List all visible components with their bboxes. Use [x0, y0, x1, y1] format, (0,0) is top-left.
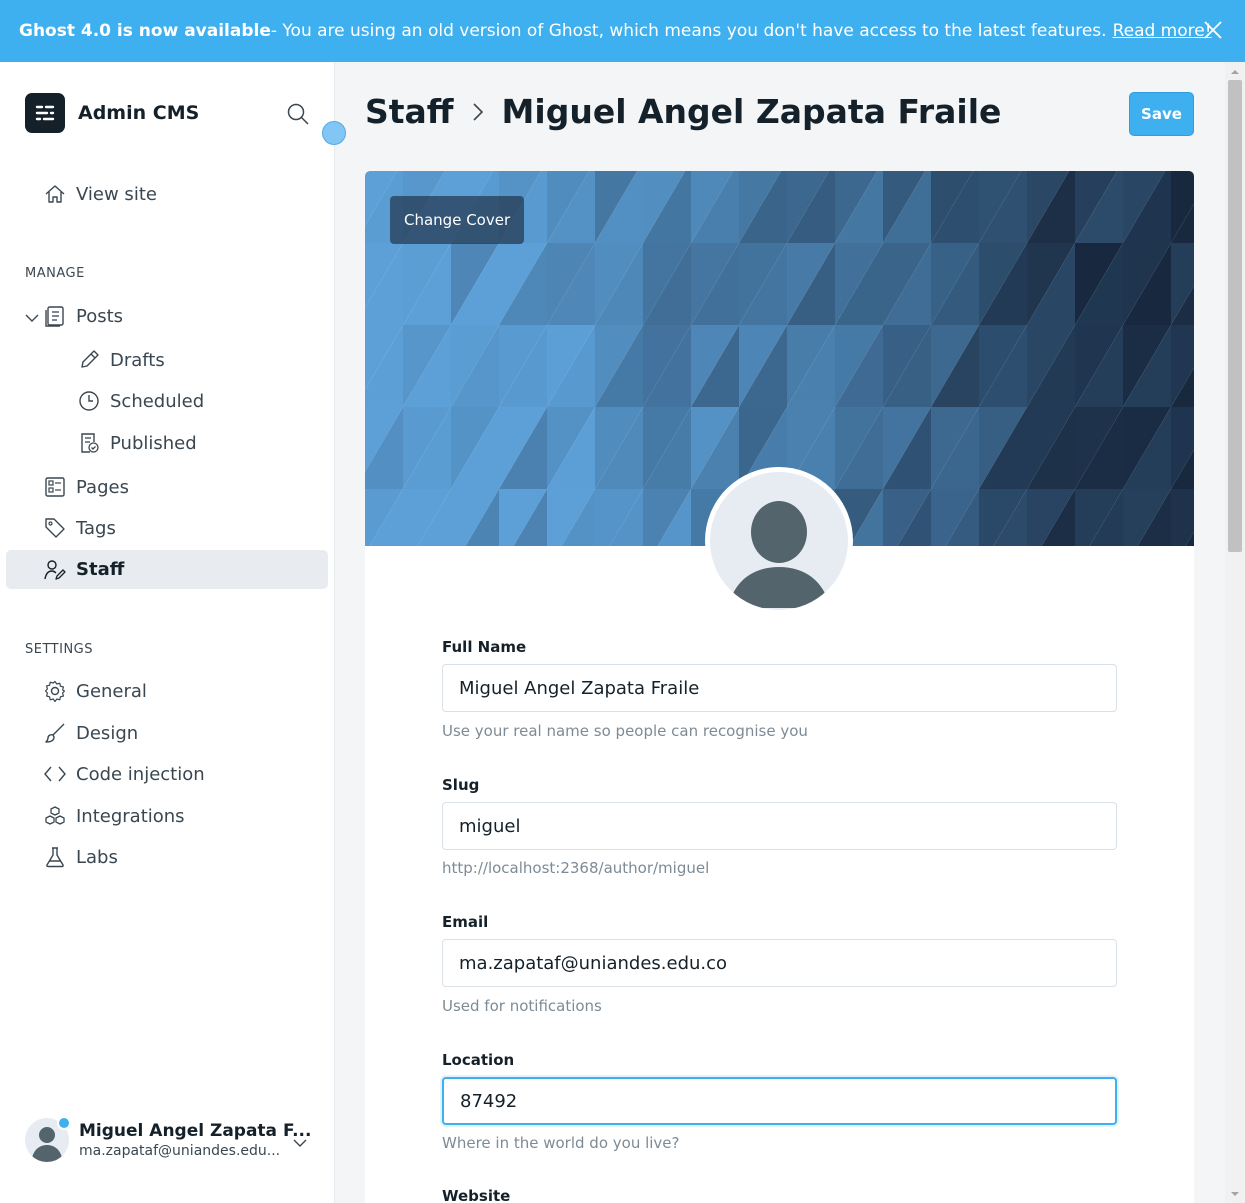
chevron-down-icon[interactable] — [24, 310, 40, 326]
scroll-up-arrow-icon[interactable] — [1231, 68, 1239, 76]
brush-icon — [45, 723, 65, 743]
user-menu[interactable]: Miguel Angel Zapata F... ma.zapataf@unia… — [25, 1116, 312, 1162]
profile-avatar[interactable] — [705, 467, 853, 615]
nav-general-label: General — [76, 680, 147, 702]
cursor-indicator — [322, 121, 346, 145]
location-help: Where in the world do you live? — [442, 1134, 680, 1152]
banner-title: Ghost 4.0 is now available — [19, 21, 271, 41]
breadcrumb-staff-link[interactable]: Staff — [365, 92, 454, 131]
user-name: Miguel Angel Zapata F... — [79, 1121, 312, 1141]
change-cover-button[interactable]: Change Cover — [390, 196, 525, 244]
gear-icon — [44, 680, 66, 702]
nav-pages[interactable]: Pages — [44, 476, 129, 498]
chevron-down-icon[interactable] — [292, 1135, 308, 1151]
nav-general[interactable]: General — [44, 680, 147, 702]
page-title: Miguel Angel Zapata Fraile — [501, 92, 1002, 131]
full-name-help: Use your real name so people can recogni… — [442, 722, 808, 740]
website-label: Website — [442, 1187, 511, 1203]
nav-code-injection[interactable]: Code injection — [44, 763, 205, 785]
brand[interactable]: Admin CMS — [25, 93, 199, 133]
nav-integrations-label: Integrations — [76, 805, 185, 827]
nav-published[interactable]: Published — [78, 432, 197, 454]
main-content: Staff Miguel Angel Zapata Fraile Save Ch… — [335, 62, 1225, 1203]
nav-code-injection-label: Code injection — [76, 763, 205, 785]
home-icon — [45, 185, 65, 203]
nav-scheduled-label: Scheduled — [110, 390, 205, 412]
brand-logo-icon — [25, 93, 65, 133]
slug-label: Slug — [442, 776, 480, 794]
nav-scheduled[interactable]: Scheduled — [78, 390, 204, 412]
user-email: ma.zapataf@uniandes.edu... — [79, 1143, 281, 1159]
nav-drafts-label: Drafts — [110, 349, 165, 371]
nav-view-site-label: View site — [76, 183, 157, 205]
code-icon — [44, 766, 66, 782]
nav-drafts[interactable]: Drafts — [78, 349, 165, 371]
nav-design[interactable]: Design — [44, 722, 138, 744]
brand-name: Admin CMS — [78, 102, 200, 124]
cover-pattern-shape — [1171, 489, 1194, 546]
location-label: Location — [442, 1051, 515, 1069]
banner-read-more-link[interactable]: Read more! — [1113, 21, 1212, 41]
nav-staff-label: Staff — [76, 559, 125, 580]
nav-view-site[interactable]: View site — [44, 183, 157, 205]
save-button[interactable]: Save — [1129, 92, 1194, 136]
staff-icon — [44, 559, 66, 580]
email-help: Used for notifications — [442, 997, 602, 1015]
email-label: Email — [442, 913, 489, 931]
nav-design-label: Design — [76, 722, 139, 744]
published-icon — [81, 433, 99, 453]
banner-message: - You are using an old version of Ghost,… — [270, 21, 1107, 41]
nav-posts[interactable]: Posts — [44, 305, 123, 327]
sidebar: Admin CMS View site MANAGE Posts Drafts … — [0, 62, 335, 1203]
manage-section-label: MANAGE — [25, 266, 85, 281]
pages-icon — [45, 477, 65, 497]
chevron-right-icon — [472, 102, 483, 121]
settings-section-label: SETTINGS — [25, 642, 94, 657]
posts-icon — [45, 306, 64, 327]
nav-integrations[interactable]: Integrations — [44, 805, 185, 827]
integrations-icon — [45, 806, 65, 825]
scroll-down-arrow-icon[interactable] — [1231, 1190, 1239, 1198]
nav-staff[interactable]: Staff — [6, 550, 328, 589]
scrollbar-thumb[interactable] — [1228, 80, 1242, 552]
slug-input[interactable]: miguel — [442, 802, 1117, 850]
update-banner: Ghost 4.0 is now available - You are usi… — [0, 0, 1245, 62]
notification-dot — [57, 1116, 71, 1130]
nav-tags-label: Tags — [76, 517, 116, 539]
nav-tags[interactable]: Tags — [44, 517, 116, 539]
profile-card: Change Cover Full Name Miguel Angel Zapa… — [365, 171, 1194, 1203]
nav-labs[interactable]: Labs — [44, 846, 118, 868]
slug-help: http://localhost:2368/author/miguel — [442, 859, 710, 877]
breadcrumb: Staff Miguel Angel Zapata Fraile — [365, 92, 1001, 131]
flask-icon — [46, 847, 64, 868]
tag-icon — [45, 518, 65, 538]
close-icon[interactable] — [1203, 20, 1223, 40]
full-name-input[interactable]: Miguel Angel Zapata Fraile — [442, 664, 1117, 712]
nav-labs-label: Labs — [76, 846, 118, 868]
nav-pages-label: Pages — [76, 476, 129, 498]
nav-posts-label: Posts — [76, 305, 124, 327]
nav-published-label: Published — [110, 432, 197, 454]
full-name-label: Full Name — [442, 638, 527, 656]
search-icon[interactable] — [286, 102, 310, 126]
clock-icon — [79, 391, 99, 411]
email-input[interactable]: ma.zapataf@uniandes.edu.co — [442, 939, 1117, 987]
location-input[interactable]: 87492 — [442, 1077, 1117, 1125]
pencil-icon — [81, 350, 99, 368]
